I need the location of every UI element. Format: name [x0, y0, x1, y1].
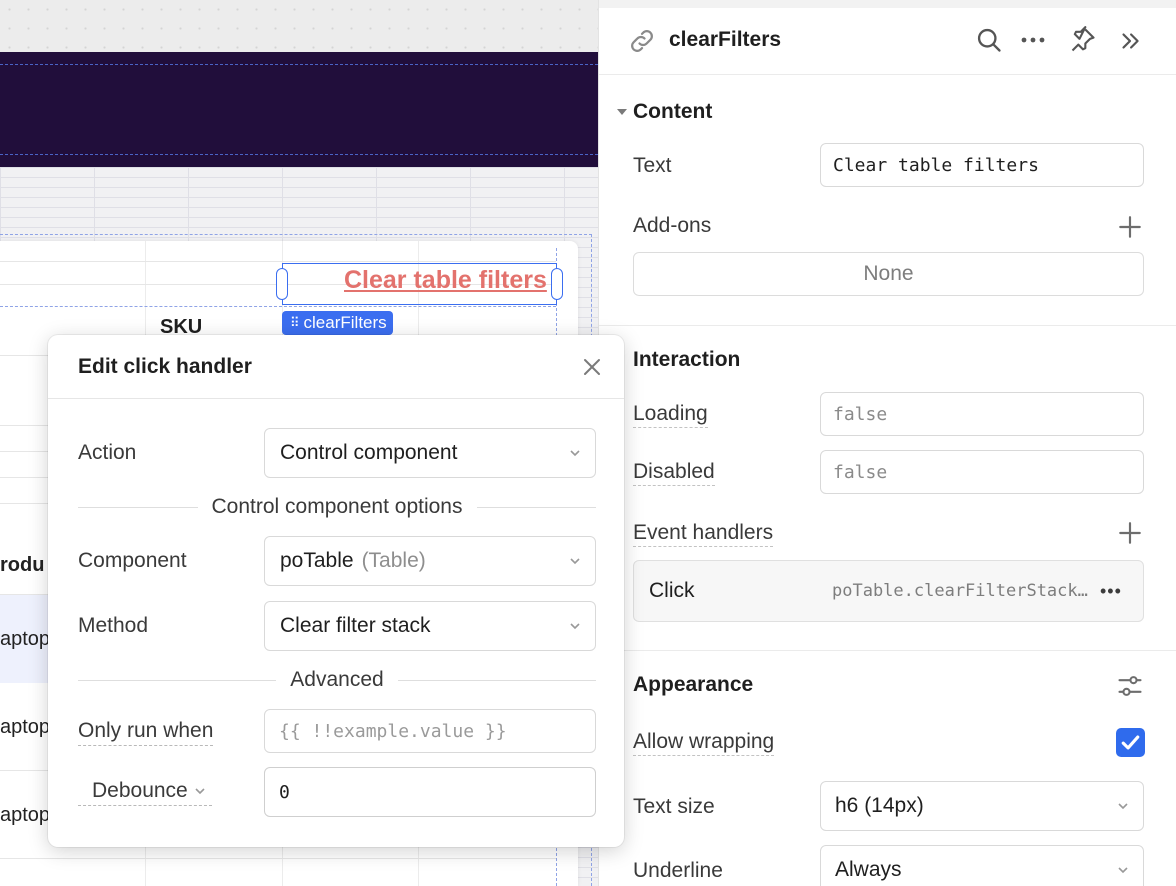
- add-addon-icon[interactable]: [1117, 214, 1143, 240]
- action-select[interactable]: Control component: [264, 428, 596, 478]
- only-run-when-input[interactable]: {{ !!example.value }}: [264, 709, 596, 753]
- method-label: Method: [78, 614, 149, 637]
- chevron-down-icon: [570, 623, 580, 630]
- table-row-divider: [0, 858, 556, 859]
- debounce-input[interactable]: 0: [264, 767, 596, 817]
- event-handler-row[interactable]: Click poTable.clearFilterStack() •••: [633, 560, 1144, 622]
- table-cell-product[interactable]: aptop: [0, 628, 50, 651]
- event-handler-code: poTable.clearFilterStack(): [832, 581, 1092, 601]
- options-section-divider: Control component options: [78, 495, 596, 519]
- section-divider: [599, 650, 1176, 651]
- chevron-down-icon: [1118, 803, 1128, 810]
- debounce-dropdown[interactable]: Debounce: [78, 779, 212, 806]
- container-guide: [0, 234, 592, 235]
- disabled-input[interactable]: false: [820, 450, 1144, 494]
- underline-select[interactable]: Always: [820, 845, 1144, 886]
- checkmark-icon: [1121, 735, 1140, 750]
- action-label: Action: [78, 441, 137, 464]
- table-cell-product[interactable]: aptop: [0, 716, 50, 739]
- drag-grip-icon[interactable]: ⠿: [290, 311, 299, 335]
- allow-wrapping-checkbox[interactable]: [1116, 728, 1145, 757]
- section-content-title[interactable]: Content: [633, 100, 712, 124]
- table-cell-product[interactable]: aptop: [0, 804, 50, 827]
- component-type: (Table): [361, 549, 426, 572]
- selected-component-tag[interactable]: ⠿ clearFilters: [282, 311, 393, 335]
- underline-value: Always: [835, 858, 902, 881]
- section-interaction-title[interactable]: Interaction: [633, 348, 740, 372]
- text-input[interactable]: Clear table filters: [820, 143, 1144, 187]
- style-settings-icon[interactable]: [1116, 672, 1144, 700]
- selected-component-name: clearFilters: [303, 313, 387, 332]
- allow-wrapping-label: Allow wrapping: [633, 730, 775, 756]
- section-appearance-title[interactable]: Appearance: [633, 673, 753, 697]
- close-icon[interactable]: [580, 355, 604, 379]
- component-label: Component: [78, 549, 187, 572]
- chevron-down-icon: [570, 450, 580, 457]
- underline-label: Underline: [633, 859, 723, 882]
- more-options-icon[interactable]: [1019, 30, 1047, 50]
- chevron-down-icon: [570, 558, 580, 565]
- text-size-value: h6 (14px): [835, 794, 924, 817]
- container-guide: [0, 64, 598, 65]
- search-icon[interactable]: [975, 26, 1003, 54]
- disabled-label: Disabled: [633, 460, 715, 486]
- inspector-top-strip: [599, 0, 1176, 8]
- text-label: Text: [633, 154, 672, 177]
- component-value: poTable: [280, 549, 354, 572]
- inspector-component-name[interactable]: clearFilters: [669, 28, 781, 52]
- only-run-when-label: Only run when: [78, 719, 214, 746]
- pin-icon[interactable]: [1069, 26, 1097, 54]
- resize-handle-left[interactable]: [276, 268, 288, 300]
- text-size-label: Text size: [633, 795, 715, 818]
- advanced-section-divider: Advanced: [78, 668, 596, 692]
- method-value: Clear filter stack: [280, 614, 431, 637]
- add-event-handler-icon[interactable]: [1117, 520, 1143, 546]
- grid-line: [0, 261, 556, 262]
- debounce-label: Debounce: [92, 779, 188, 802]
- text-size-select[interactable]: h6 (14px): [820, 781, 1144, 831]
- resize-handle-right[interactable]: [551, 268, 563, 300]
- section-divider: [599, 325, 1176, 326]
- chevron-down-icon: [195, 788, 205, 795]
- table-header-product[interactable]: rodu: [0, 554, 44, 577]
- event-handlers-label: Event handlers: [633, 521, 774, 547]
- advanced-section-title: Advanced: [290, 668, 384, 691]
- chevron-down-icon: [1118, 867, 1128, 874]
- inspector-panel: clearFilters Content Text Clear table fi…: [598, 0, 1176, 886]
- edit-click-handler-dialog: Edit click handler Action Control compon…: [48, 335, 624, 847]
- addons-none-button[interactable]: None: [633, 252, 1144, 296]
- event-handler-more-icon[interactable]: •••: [1100, 581, 1122, 602]
- loading-input[interactable]: false: [820, 392, 1144, 436]
- container-guide: [0, 306, 556, 307]
- loading-label: Loading: [633, 402, 708, 428]
- options-section-title: Control component options: [211, 495, 463, 518]
- addons-label: Add-ons: [633, 214, 712, 237]
- action-value: Control component: [280, 441, 458, 464]
- dialog-header-divider: [48, 398, 624, 399]
- inspector-header: clearFilters: [599, 8, 1176, 75]
- section-collapse-caret-icon[interactable]: [617, 109, 627, 115]
- dialog-title: Edit click handler: [78, 355, 252, 378]
- method-select[interactable]: Clear filter stack: [264, 601, 596, 651]
- collapse-panel-icon[interactable]: [1117, 28, 1143, 54]
- app-header-container[interactable]: [0, 52, 598, 167]
- component-select[interactable]: poTable (Table): [264, 536, 596, 586]
- link-component-icon: [631, 30, 653, 52]
- selected-component-outline[interactable]: [276, 263, 563, 305]
- container-guide: [0, 154, 598, 155]
- event-handler-event: Click: [649, 579, 695, 602]
